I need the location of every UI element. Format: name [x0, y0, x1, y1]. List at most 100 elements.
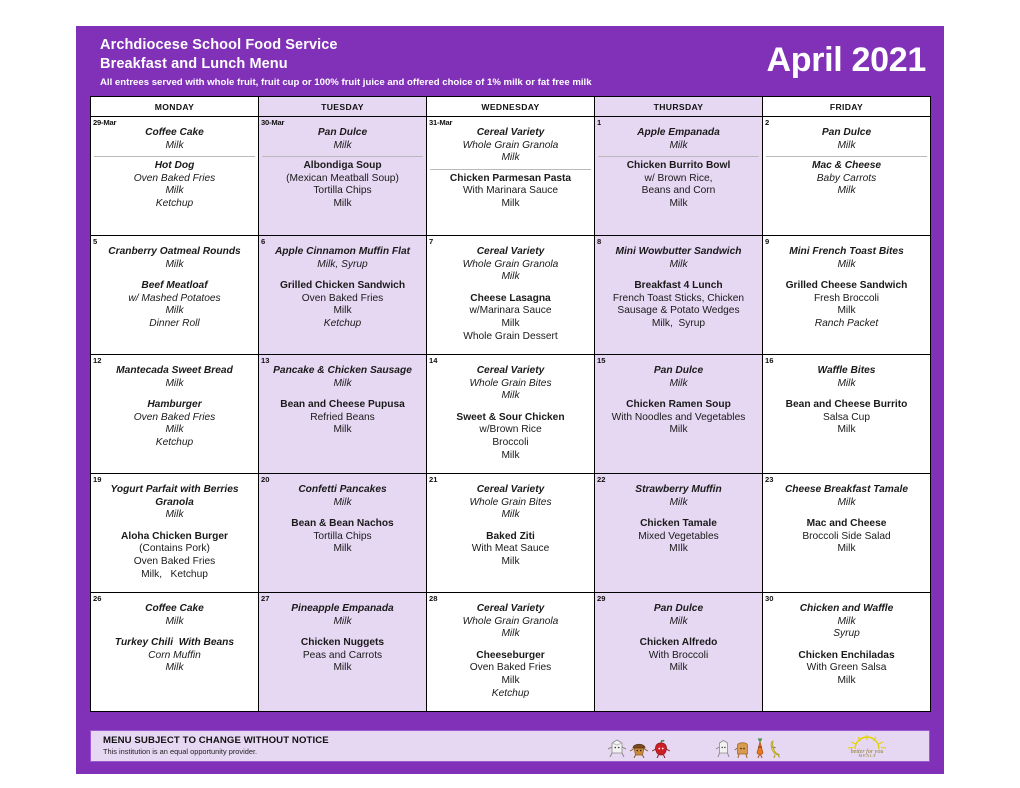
menu-line: Chicken Burrito Bowl: [626, 160, 731, 172]
equal-opportunity-provider-text: This institution is an equal opportunity…: [103, 747, 258, 756]
day-cell-19[interactable]: 19 Yogurt Parfait with Berries Granola Milk…: [90, 473, 259, 593]
day-cell-body: Cereal Variety Whole Grain Bites Milk Baked…: [427, 484, 594, 571]
day-cell-body: Cereal Variety Whole Grain Granola Milk Chi…: [427, 127, 594, 213]
day-number: 31-Mar: [429, 118, 453, 127]
lunch-menu: Bean & Bean Nachos Tortilla Chips Milk: [262, 518, 423, 556]
menu-line: Milk: [165, 377, 184, 389]
day-cell-6[interactable]: 6 Apple Cinnamon Muffin Flat Milk, Syrup Gr…: [258, 235, 427, 355]
menu-line: Milk: [165, 258, 184, 270]
meal-gap: [598, 511, 759, 518]
menu-line: Milk: [333, 496, 352, 508]
menu-line: Mac & Cheese: [811, 160, 882, 172]
menu-line: Pan Dulce: [653, 365, 704, 376]
day-cell-16[interactable]: 16 Waffle Bites Milk Bean and Cheese Burrit…: [762, 354, 931, 474]
menu-line: Sweet & Sour Chicken: [456, 411, 565, 423]
day-header-row: MONDAY TUESDAY WEDNESDAY THURSDAY FRIDAY: [90, 96, 931, 117]
day-number: 14: [429, 356, 438, 365]
day-cell-22[interactable]: 22 Strawberry Muffin Milk Chicken Tamale Mix…: [594, 473, 763, 593]
breakfast-menu: Confetti Pancakes Milk: [262, 484, 423, 511]
footer-bar: MENU SUBJECT TO CHANGE WITHOUT NOTICE Th…: [90, 730, 930, 762]
day-cell-21[interactable]: 21 Cereal Variety Whole Grain Bites Milk Bak…: [426, 473, 595, 593]
day-cell-29[interactable]: 29 Pan Dulce Milk Chicken Alfredo With Brocc…: [594, 592, 763, 712]
meal-gap: [598, 630, 759, 637]
menu-line: Milk: [837, 496, 856, 508]
day-cell-1[interactable]: 1 Apple Empanada Milk Chicken Burrito Bowl w…: [594, 116, 763, 236]
day-cell-23[interactable]: 23 Cheese Breakfast Tamale Milk Mac and Che…: [762, 473, 931, 593]
day-cell-30[interactable]: 30 Chicken and Waffle Milk Syrup Chicken Enc…: [762, 592, 931, 712]
menu-line: Milk: [669, 615, 688, 627]
day-cell-29-Mar[interactable]: 29-Mar Coffee Cake Milk Hot Dog Oven Baked F…: [90, 116, 259, 236]
day-cell-14[interactable]: 14 Cereal Variety Whole Grain Bites Milk Swe…: [426, 354, 595, 474]
menu-line: Milk: [669, 139, 688, 151]
calendar-week-row: 5 Cranberry Oatmeal Rounds Milk Beef Meatlo…: [90, 235, 931, 355]
day-cell-27[interactable]: 27 Pineapple Empanada Milk Chicken Nuggets P…: [258, 592, 427, 712]
day-cell-26[interactable]: 26 Coffee Cake Milk Turkey Chili With Beans…: [90, 592, 259, 712]
lunch-menu: Cheeseburger Oven Baked Fries Milk Ketchup: [430, 650, 591, 700]
lunch-menu: Chicken Tamale Mixed Vegetables MIlk: [598, 518, 759, 556]
menu-line: Grilled Chicken Sandwich: [279, 280, 406, 292]
day-cell-body: Pan Dulce Milk Mac & Cheese Baby Carrots Mil…: [763, 127, 930, 200]
menu-line: With Marinara Sauce: [462, 185, 559, 197]
organization-title: Archdiocese School Food Service: [100, 37, 338, 53]
day-cell-body: Pan Dulce Milk Chicken Alfredo With Broccol…: [595, 603, 762, 677]
day-cell-20[interactable]: 20 Confetti Pancakes Milk Bean & Bean Nacho…: [258, 473, 427, 593]
menu-subtitle: Breakfast and Lunch Menu: [100, 56, 288, 72]
menu-line: Cereal Variety: [476, 246, 545, 257]
menu-line: Milk: [501, 509, 520, 521]
menu-line: Beans and Corn: [641, 185, 716, 197]
menu-line: Corn Muffin: [148, 649, 201, 661]
day-cell-28[interactable]: 28 Cereal Variety Whole Grain Granola Milk C…: [426, 592, 595, 712]
meal-gap: [430, 405, 591, 412]
menu-line: Broccoli: [492, 436, 529, 448]
meal-gap: [94, 273, 255, 280]
menu-line: Chicken Enchiladas: [798, 649, 895, 661]
day-cell-15[interactable]: 15 Pan Dulce Milk Chicken Ramen Soup With No…: [594, 354, 763, 474]
menu-line: Yogurt Parfait with Berries: [110, 484, 239, 495]
meal-divider: [766, 156, 927, 158]
day-cell-body: Mini Wowbutter Sandwich Milk Breakfast 4 L…: [595, 246, 762, 333]
meal-gap: [766, 392, 927, 399]
day-cell-5[interactable]: 5 Cranberry Oatmeal Rounds Milk Beef Meatlo…: [90, 235, 259, 355]
svg-text:M E A L S: M E A L S: [859, 753, 876, 758]
menu-line: Ketchup: [155, 197, 194, 209]
day-cell-13[interactable]: 13 Pancake & Chicken Sausage Milk Bean and …: [258, 354, 427, 474]
menu-line: Peas and Carrots: [302, 649, 383, 661]
menu-line: Mac and Cheese: [806, 518, 887, 530]
day-number: 23: [765, 475, 774, 484]
milk-carton-character-icon: [607, 739, 627, 758]
menu-line: Ketchup: [155, 436, 194, 448]
carrot-character-icon: [756, 738, 764, 758]
breakfast-menu: Cereal Variety Whole Grain Granola Milk: [430, 127, 591, 167]
meal-gap: [430, 524, 591, 531]
menu-line: Pancake & Chicken Sausage: [273, 365, 412, 376]
day-header-wednesday: WEDNESDAY: [426, 96, 595, 117]
day-cell-7[interactable]: 7 Cereal Variety Whole Grain Granola Milk Ch…: [426, 235, 595, 355]
day-cell-12[interactable]: 12 Mantecada Sweet Bread Milk Hamburger Oven…: [90, 354, 259, 474]
day-number: 9: [765, 237, 770, 246]
menu-line: With Meat Sauce: [471, 543, 550, 555]
calendar-week-row: 12 Mantecada Sweet Bread Milk Hamburger Oven…: [90, 354, 931, 474]
menu-line: Ketchup: [491, 687, 530, 699]
lunch-menu: Chicken Alfredo With Broccoli Milk: [598, 637, 759, 675]
menu-line: Cereal Variety: [476, 365, 545, 376]
day-cell-8[interactable]: 8 Mini Wowbutter Sandwich Milk Breakfast 4 …: [594, 235, 763, 355]
day-cell-31-Mar[interactable]: 31-Mar Cereal Variety Whole Grain Granola M…: [426, 116, 595, 236]
day-cell-body: Pan Dulce Milk Albondiga Soup (Mexican Meat…: [259, 127, 426, 213]
menu-line: Salsa Cup: [822, 411, 870, 423]
menu-line: Oven Baked Fries: [133, 411, 216, 423]
day-cell-2[interactable]: 2 Pan Dulce Milk Mac & Cheese Baby Carrots Mi…: [762, 116, 931, 236]
month-title: April 2021: [766, 41, 926, 79]
day-cell-30-Mar[interactable]: 30-Mar Pan Dulce Milk Albondiga Soup (Mexica…: [258, 116, 427, 236]
menu-line: Dinner Roll: [149, 317, 200, 329]
lunch-menu: Chicken Burrito Bowl w/ Brown Rice, Beans …: [598, 160, 759, 210]
lunch-menu: Albondiga Soup (Mexican Meatball Soup) Tor…: [262, 160, 423, 210]
day-cell-body: Mantecada Sweet Bread Milk Hamburger Oven B…: [91, 365, 258, 452]
day-cell-9[interactable]: 9 Mini French Toast Bites Milk Grilled Chee…: [762, 235, 931, 355]
menu-line: Bean and Cheese Pupusa: [280, 399, 405, 411]
menu-line: w/Brown Rice: [479, 424, 542, 436]
menu-line: Refried Beans: [310, 411, 375, 423]
menu-line: Beef Meatloaf: [141, 280, 208, 292]
lunch-menu: Baked Ziti With Meat Sauce Milk: [430, 531, 591, 569]
menu-line: Milk: [165, 424, 184, 436]
day-number: 12: [93, 356, 102, 365]
